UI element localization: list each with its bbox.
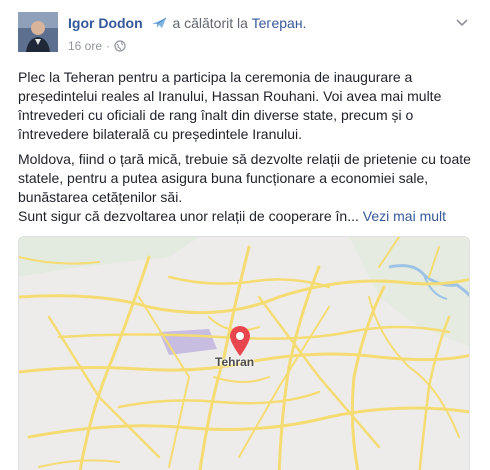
post-body: Plec la Teheran pentru a participa la ce… bbox=[18, 68, 476, 232]
avatar[interactable] bbox=[18, 12, 58, 52]
globe-icon[interactable] bbox=[114, 40, 126, 56]
map-pin-icon[interactable] bbox=[227, 325, 253, 357]
map-city-label: Tehran bbox=[215, 355, 255, 369]
post-paragraph-1: Plec la Teheran pentru a participa la ce… bbox=[18, 69, 442, 142]
feed-post: Igor Dodon a călătorit la Teгeран. 16 or… bbox=[0, 0, 490, 470]
truncated-text: Sunt sigur că dezvoltarea unor relații d… bbox=[18, 208, 359, 224]
meta-separator: · bbox=[106, 39, 111, 53]
location-map[interactable]: Tehran bbox=[18, 236, 470, 470]
see-more-link[interactable]: Vezi mai mult bbox=[363, 208, 446, 224]
timestamp[interactable]: 16 ore bbox=[68, 39, 102, 53]
post-paragraph-2: Moldova, fiind o țară mică, trebuie să d… bbox=[18, 151, 471, 205]
place-link[interactable]: Teгeран. bbox=[252, 15, 307, 31]
post-paragraph-3: Sunt sigur că dezvoltarea unor relații d… bbox=[18, 207, 476, 226]
activity-text: a călătorit la bbox=[172, 15, 248, 31]
post-meta: 16 ore · bbox=[68, 38, 126, 56]
chevron-down-icon[interactable] bbox=[454, 16, 470, 28]
post-header: Igor Dodon a călătorit la Teгeран. bbox=[68, 14, 306, 34]
airplane-icon bbox=[151, 16, 167, 34]
author-name[interactable]: Igor Dodon bbox=[68, 15, 143, 31]
